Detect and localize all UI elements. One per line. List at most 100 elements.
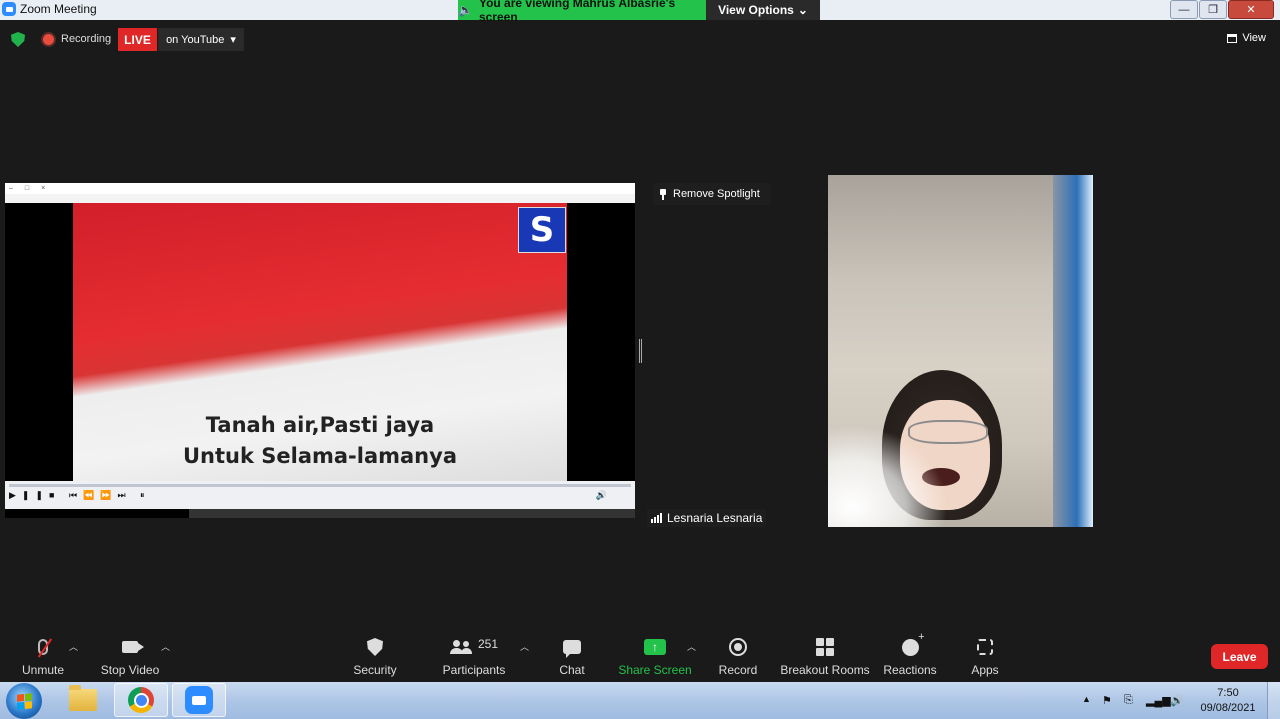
- media-player-controls: ▶❚❚■ ⏮⏪⏩⏭ ⏸ 🔊: [5, 481, 635, 509]
- clock-date: 09/08/2021: [1200, 702, 1256, 714]
- channel-logo-letter: S: [529, 210, 555, 250]
- signal-bars-icon: [651, 513, 662, 523]
- viewing-banner: 🔈 You are viewing Mahrus Albasrie's scre…: [458, 0, 706, 24]
- chevron-down-icon: ⌄: [797, 3, 808, 17]
- unmute-button[interactable]: Unmute: [20, 636, 66, 680]
- participant-count: 251: [477, 637, 499, 651]
- video-camera-icon: [122, 641, 144, 653]
- light-glare: [828, 425, 948, 527]
- security-label: Security: [353, 663, 397, 677]
- usb-device-icon[interactable]: ⎘: [1124, 694, 1137, 706]
- windows-logo-icon: [16, 692, 32, 710]
- channel-logo: S: [518, 207, 566, 253]
- reactions-label: Reactions: [883, 663, 937, 677]
- zoom-logo-icon: [2, 2, 16, 16]
- taskbar-zoom[interactable]: [172, 683, 226, 717]
- show-desktop-button[interactable]: [1267, 682, 1280, 719]
- restore-button[interactable]: ❐: [1199, 0, 1227, 19]
- app-title: Zoom Meeting: [2, 2, 97, 16]
- pin-icon: [659, 188, 667, 200]
- breakout-rooms-button[interactable]: Breakout Rooms: [780, 636, 870, 680]
- clock-time: 7:50: [1217, 687, 1239, 699]
- grid-icon: [1227, 33, 1238, 43]
- system-clock[interactable]: 7:50 09/08/2021: [1198, 686, 1258, 716]
- record-icon: [729, 638, 747, 656]
- record-label: Record: [718, 663, 758, 677]
- share-screen-label: Share Screen: [618, 663, 692, 677]
- system-tray: ▲ ⚑ ⎘ ▂▄▆ 🔊 7:50 09/08/2021: [1080, 682, 1280, 719]
- live-on-youtube-dropdown[interactable]: on YouTube ▾: [158, 28, 244, 51]
- window-title: Zoom Meeting: [20, 2, 97, 16]
- caret-down-icon: ▾: [230, 34, 236, 46]
- participants-label: Participants: [442, 663, 506, 677]
- remove-spotlight-button[interactable]: Remove Spotlight: [653, 183, 771, 205]
- view-button[interactable]: View: [1227, 32, 1266, 44]
- view-options-button[interactable]: View Options ⌄: [706, 0, 820, 20]
- close-window-button[interactable]: ✕: [1228, 0, 1274, 19]
- show-hidden-icons-icon[interactable]: ▲: [1082, 694, 1095, 706]
- network-signal-icon[interactable]: ▂▄▆: [1146, 694, 1171, 707]
- security-shield-icon: [367, 638, 383, 656]
- breakout-rooms-label: Breakout Rooms: [780, 663, 870, 677]
- minimize-button[interactable]: —: [1170, 0, 1198, 19]
- participants-options-caret-icon[interactable]: ︿: [520, 640, 529, 653]
- participants-button[interactable]: 251 Participants: [442, 636, 506, 680]
- microphone-muted-icon: [37, 638, 53, 658]
- reactions-button[interactable]: Reactions: [883, 631, 937, 680]
- volume-icon[interactable]: 🔊: [1170, 694, 1184, 707]
- breakout-rooms-icon: [816, 638, 834, 656]
- seek-bar: [9, 484, 631, 487]
- reactions-icon: [901, 631, 925, 656]
- recording-label: Recording: [61, 33, 112, 45]
- volume-icon: 🔊: [595, 490, 607, 500]
- share-screen-button[interactable]: ↑ Share Screen: [618, 636, 692, 680]
- taskbar-chrome[interactable]: [114, 683, 168, 717]
- remove-spotlight-label: Remove Spotlight: [673, 188, 760, 200]
- chat-button[interactable]: Chat: [556, 636, 588, 680]
- apps-button[interactable]: Apps: [968, 636, 1002, 680]
- apps-icon: [977, 639, 993, 655]
- leave-button[interactable]: Leave: [1211, 644, 1268, 669]
- window-title-bar: Zoom Meeting 🔈 You are viewing Mahrus Al…: [0, 0, 1280, 24]
- car-window-background: [1053, 175, 1093, 527]
- zoom-icon: [185, 686, 213, 714]
- indonesian-flag-video: [73, 203, 567, 481]
- lyric-line-1: Tanah air,Pasti jaya: [205, 413, 435, 437]
- participant-name-tag: Lesnaria Lesnaria: [647, 509, 767, 527]
- shared-screen: –□× S Tanah air,Pasti jaya Untuk Selama-…: [5, 183, 635, 518]
- speaker-icon: 🔈: [458, 3, 473, 17]
- lyric-line-2: Untuk Selama-lamanya: [182, 444, 457, 468]
- participant-video: [828, 175, 1093, 527]
- youtube-label: on YouTube: [166, 33, 225, 46]
- action-center-flag-icon[interactable]: ⚑: [1102, 694, 1115, 707]
- stop-video-button[interactable]: Stop Video: [100, 636, 160, 680]
- participants-icon: [449, 640, 472, 654]
- split-view-divider[interactable]: [639, 339, 642, 363]
- chat-bubble-icon: [563, 640, 581, 658]
- video-options-caret-icon[interactable]: ︿: [161, 640, 170, 653]
- chat-label: Chat: [559, 663, 585, 677]
- stop-video-label: Stop Video: [100, 663, 160, 677]
- start-button[interactable]: [6, 683, 42, 719]
- unmute-label: Unmute: [21, 663, 65, 677]
- participant-name: Lesnaria Lesnaria: [667, 511, 763, 525]
- shared-window-titlebar: –□×: [5, 183, 635, 194]
- folder-icon: [69, 685, 97, 711]
- window-controls: — ❐ ✕: [1169, 0, 1274, 19]
- audio-options-caret-icon[interactable]: ︿: [69, 640, 78, 653]
- record-button[interactable]: Record: [718, 636, 758, 680]
- security-button[interactable]: Security: [352, 636, 398, 680]
- record-dot-icon: [43, 34, 54, 45]
- view-label: View: [1242, 32, 1266, 44]
- meeting-toolbar: Unmute ︿ Stop Video ︿ Security 251 Parti…: [0, 630, 1280, 682]
- player-status-bar: [5, 509, 189, 518]
- taskbar-file-explorer[interactable]: [56, 683, 110, 717]
- windows-taskbar: ▲ ⚑ ⎘ ▂▄▆ 🔊 7:50 09/08/2021: [0, 682, 1280, 719]
- playback-buttons-icon: ▶❚❚■ ⏮⏪⏩⏭ ⏸: [9, 490, 151, 500]
- encryption-shield-icon[interactable]: [11, 32, 25, 47]
- view-options-label: View Options: [718, 3, 794, 17]
- player-status-bar-fill: [189, 509, 635, 518]
- apps-label: Apps: [971, 663, 999, 677]
- share-options-caret-icon[interactable]: ︿: [687, 640, 696, 653]
- chrome-icon: [128, 687, 154, 713]
